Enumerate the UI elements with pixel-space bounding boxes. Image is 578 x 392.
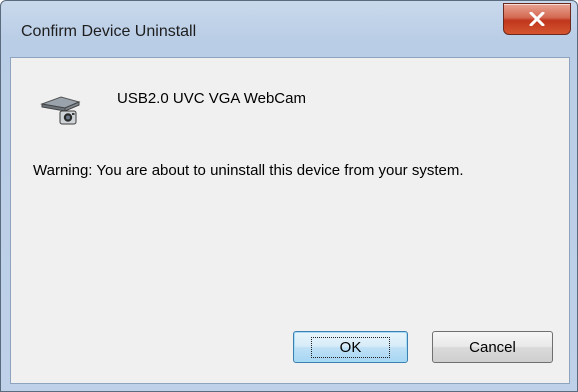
ok-button[interactable]: OK <box>293 331 408 363</box>
close-button[interactable] <box>503 3 571 35</box>
window-title: Confirm Device Uninstall <box>21 23 197 40</box>
title-bar[interactable]: Confirm Device Uninstall <box>1 1 577 59</box>
webcam-icon <box>40 96 81 125</box>
warning-message: Warning: You are about to uninstall this… <box>33 162 464 179</box>
device-name: USB2.0 UVC VGA WebCam <box>117 90 306 107</box>
dialog-body: USB2.0 UVC VGA WebCam Warning: You are a… <box>10 57 570 384</box>
cancel-button[interactable]: Cancel <box>432 331 553 363</box>
cancel-button-label: Cancel <box>469 338 516 356</box>
confirm-device-uninstall-dialog: Confirm Device Uninstall USB2.0 UVC VGA … <box>0 0 578 392</box>
close-icon <box>529 12 545 26</box>
ok-button-label: OK <box>310 336 391 358</box>
